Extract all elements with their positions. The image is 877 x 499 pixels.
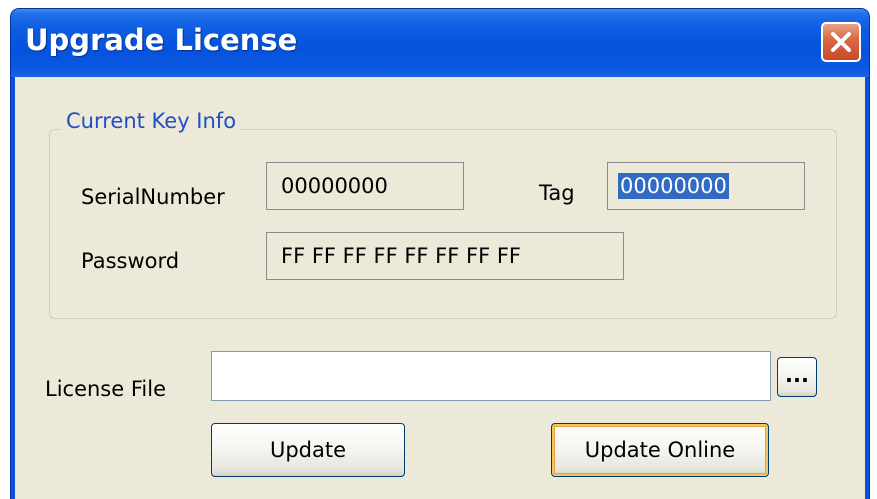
tag-field[interactable]: 00000000 (607, 162, 805, 210)
password-label: Password (81, 249, 180, 273)
close-icon (831, 32, 851, 52)
serial-number-value: 00000000 (281, 174, 388, 198)
window-title: Upgrade License (25, 23, 298, 57)
update-label: Update (269, 438, 347, 462)
browse-button[interactable]: ... (777, 357, 817, 397)
upgrade-license-dialog: Upgrade License Current Key Info SerialN… (10, 8, 870, 499)
license-file-label: License File (45, 377, 166, 401)
group-title: Current Key Info (61, 109, 242, 133)
password-value: FF FF FF FF FF FF FF FF (281, 244, 521, 268)
current-key-info-group (49, 129, 837, 319)
license-file-input[interactable] (211, 351, 771, 401)
tag-label: Tag (539, 181, 575, 205)
serial-number-field[interactable]: 00000000 (266, 162, 464, 210)
serial-number-label: SerialNumber (81, 185, 225, 209)
close-button[interactable] (821, 22, 861, 62)
update-online-label: Update Online (584, 438, 736, 462)
title-bar[interactable]: Upgrade License (11, 9, 869, 77)
password-field[interactable]: FF FF FF FF FF FF FF FF (266, 232, 624, 280)
browse-label: ... (785, 363, 809, 387)
dialog-body: Current Key Info SerialNumber 00000000 T… (15, 77, 865, 499)
update-button[interactable]: Update (211, 423, 405, 477)
tag-value: 00000000 (618, 173, 729, 199)
update-online-button[interactable]: Update Online (551, 423, 769, 477)
